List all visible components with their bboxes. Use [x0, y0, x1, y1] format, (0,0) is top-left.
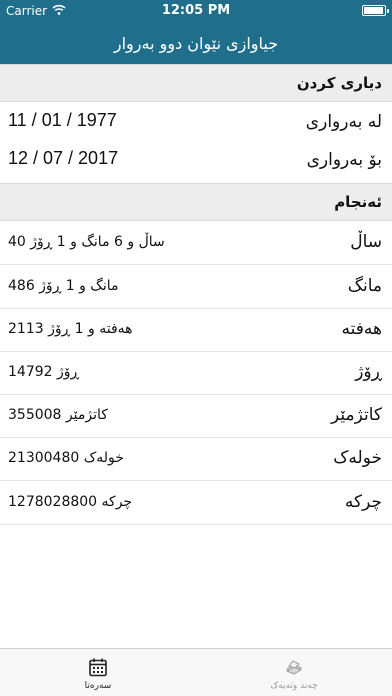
- calendar-icon: [89, 658, 107, 677]
- result-value: 486 مانگ و 1 ڕۆژ: [8, 278, 119, 294]
- page-title: جیاوازی نێوان دوو بەروار: [113, 33, 279, 53]
- tab-home[interactable]: سەرەتا: [0, 649, 196, 696]
- result-row-weeks: هەفتە 2113 هەفتە و 1 ڕۆژ: [0, 308, 392, 352]
- from-date-value[interactable]: 11 / 01 / 1977: [8, 110, 117, 131]
- to-date-row[interactable]: بۆ بەرواری 12 / 07 / 2017: [0, 140, 392, 182]
- result-value: 21300480 خولەک: [8, 450, 124, 466]
- result-value: 1278028800 چرکە: [8, 494, 133, 510]
- result-label: کاتژمێر: [331, 405, 382, 425]
- battery-icon: [362, 5, 389, 16]
- result-value: 2113 هەفتە و 1 ڕۆژ: [8, 321, 133, 337]
- result-label: چرکە: [344, 492, 382, 512]
- to-date-value[interactable]: 12 / 07 / 2017: [8, 148, 118, 169]
- input-section-header: دیاری کردن: [0, 64, 392, 102]
- result-row-minutes: خولەک 21300480 خولەک: [0, 437, 392, 481]
- clock: 12:05 PM: [161, 3, 231, 18]
- from-date-label: لە بەرواری: [305, 112, 382, 132]
- result-section-title: ئەنجام: [334, 193, 382, 211]
- result-row-seconds: چرکە 1278028800 چرکە: [0, 481, 392, 525]
- result-label: خولەک: [333, 448, 382, 468]
- result-label: هەفتە: [341, 319, 382, 339]
- status-bar: Carrier 12:05 PM: [0, 0, 392, 22]
- result-value: 14792 ڕۆژ: [8, 364, 80, 380]
- papers-icon: [285, 660, 303, 675]
- result-row-years: ساڵ 40 ساڵ و 6 مانگ و 1 ڕۆژ: [0, 221, 392, 265]
- result-label: ساڵ: [350, 232, 382, 252]
- result-row-hours: کاتژمێر 355008 کاتژمێر: [0, 394, 392, 438]
- result-row-months: مانگ 486 مانگ و 1 ڕۆژ: [0, 265, 392, 309]
- navigation-bar: جیاوازی نێوان دوو بەروار: [0, 22, 392, 64]
- tab-home-label: سەرەتا: [84, 681, 112, 691]
- input-section-title: دیاری کردن: [296, 74, 382, 92]
- result-label: مانگ: [347, 276, 382, 296]
- to-date-label: بۆ بەرواری: [306, 150, 382, 170]
- result-label: ڕۆژ: [355, 362, 382, 382]
- result-section-header: ئەنجام: [0, 183, 392, 221]
- result-value: 355008 کاتژمێر: [8, 407, 108, 423]
- result-row-days: ڕۆژ 14792 ڕۆژ: [0, 351, 392, 395]
- tab-more[interactable]: چەند وتەیەک: [196, 649, 392, 696]
- result-value: 40 ساڵ و 6 مانگ و 1 ڕۆژ: [8, 234, 165, 250]
- from-date-row[interactable]: لە بەرواری 11 / 01 / 1977: [0, 102, 392, 144]
- tab-bar: سەرەتا چەند وتەیەک: [0, 648, 392, 696]
- tab-more-label: چەند وتەیەک: [270, 681, 318, 691]
